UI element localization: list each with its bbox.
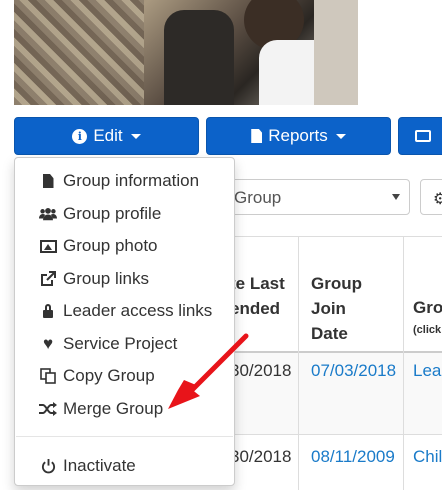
annotation-arrow-icon <box>168 333 249 409</box>
